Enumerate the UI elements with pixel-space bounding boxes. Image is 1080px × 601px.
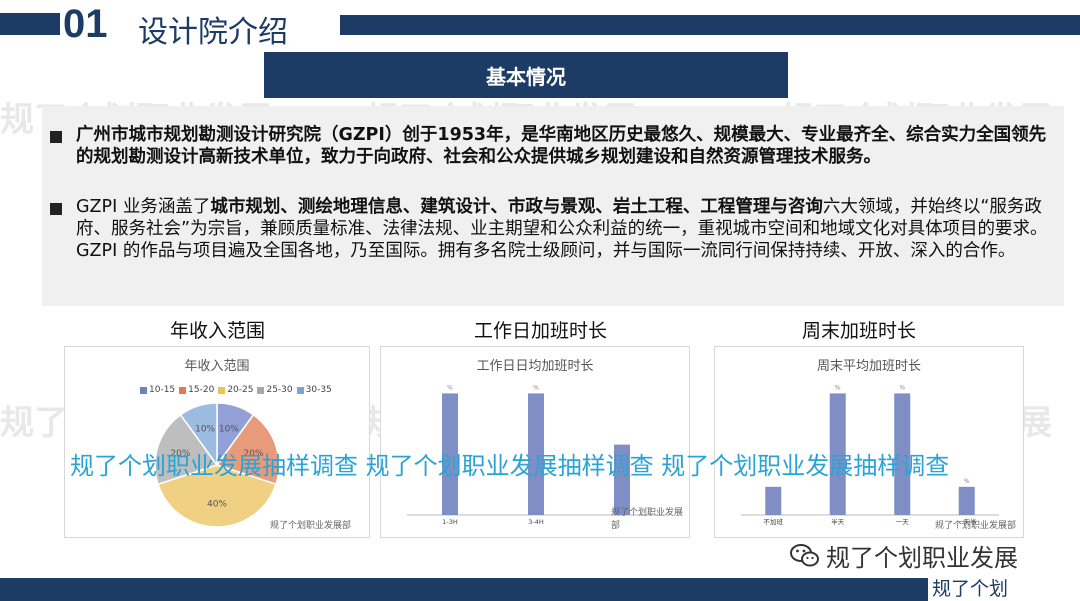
bar-value-label: % (533, 384, 539, 391)
chart-footer-credit: 规了个划职业发展部 (935, 521, 1017, 531)
x-tick-label: 3-4H (528, 518, 544, 526)
x-tick-label: 一天 (896, 518, 910, 526)
chart-heading-income: 年收入范围 (170, 320, 266, 342)
intro-paragraph-1: 广州市城市规划勘测设计研究院（GZPI）创于1953年，是华南地区历史最悠久、规… (50, 124, 1050, 168)
page-title: 设计院介绍 (138, 15, 288, 50)
wechat-account-name: 规了个划职业发展 (826, 544, 1018, 572)
x-tick-label: 半天 (831, 517, 845, 526)
section-number: 01 (63, 2, 108, 46)
section-banner: 基本情况 (264, 52, 788, 98)
intro-paragraph-2: GZPI 业务涵盖了城市规划、测绘地理信息、建筑设计、市政与景观、岩土工程、工程… (50, 196, 1050, 262)
weekday-bar-chart-panel: 工作日日均加班时长 % 1-3H% 3-4H 规了个划职业发展部 (380, 346, 690, 538)
chart-heading-weekend: 周末加班时长 (802, 320, 917, 342)
income-pie-chart-panel: 年收入范围 10-15 15-20 20-25 25-30 30-35 10% 20% 40… (64, 346, 370, 538)
header-accent-bar (0, 13, 60, 35)
bar-chart-svg: 不加班%半天%一天%一天半 (741, 384, 999, 526)
pie-slice-label: 40% (207, 499, 227, 509)
bar-value-label: % (835, 384, 841, 391)
chart-footer-credit: 规了个划职业发展部 (270, 521, 352, 531)
survey-overlay-text: 规了个划职业发展抽样调查 规了个划职业发展抽样调查 规了个划职业发展抽样调查 (70, 452, 950, 480)
wechat-account[interactable]: 规了个划职业发展 (790, 538, 1018, 573)
bar-value-label: % (447, 384, 453, 391)
pie-slice-label: 10% (219, 424, 239, 434)
weekend-bar-chart-panel: 周末平均加班时长 不加班% 半天% 一天% 一天半 规了个划职业发展部 (714, 346, 1024, 538)
chart-footer-credit: 规了个划职业发展部 (611, 508, 684, 531)
footer-tag: 规了个划 (928, 578, 1080, 601)
wechat-icon (790, 543, 819, 566)
chart-heading-weekday: 工作日加班时长 (474, 320, 608, 342)
x-tick-label: 不加班 (764, 517, 784, 526)
bar-value-label: % (899, 384, 905, 391)
x-tick-label: 1-3H (442, 518, 458, 526)
pie-chart-svg: 10%20%40%20%10% (154, 402, 280, 528)
bar (958, 486, 975, 515)
pie-slice-label: 10% (195, 424, 215, 434)
header-rule-bar (340, 15, 1080, 35)
footer-bar (0, 578, 1080, 601)
square-bullet-icon (50, 203, 62, 215)
square-bullet-icon (50, 131, 62, 143)
bar-value-label: % (964, 478, 970, 485)
bar (765, 486, 782, 515)
